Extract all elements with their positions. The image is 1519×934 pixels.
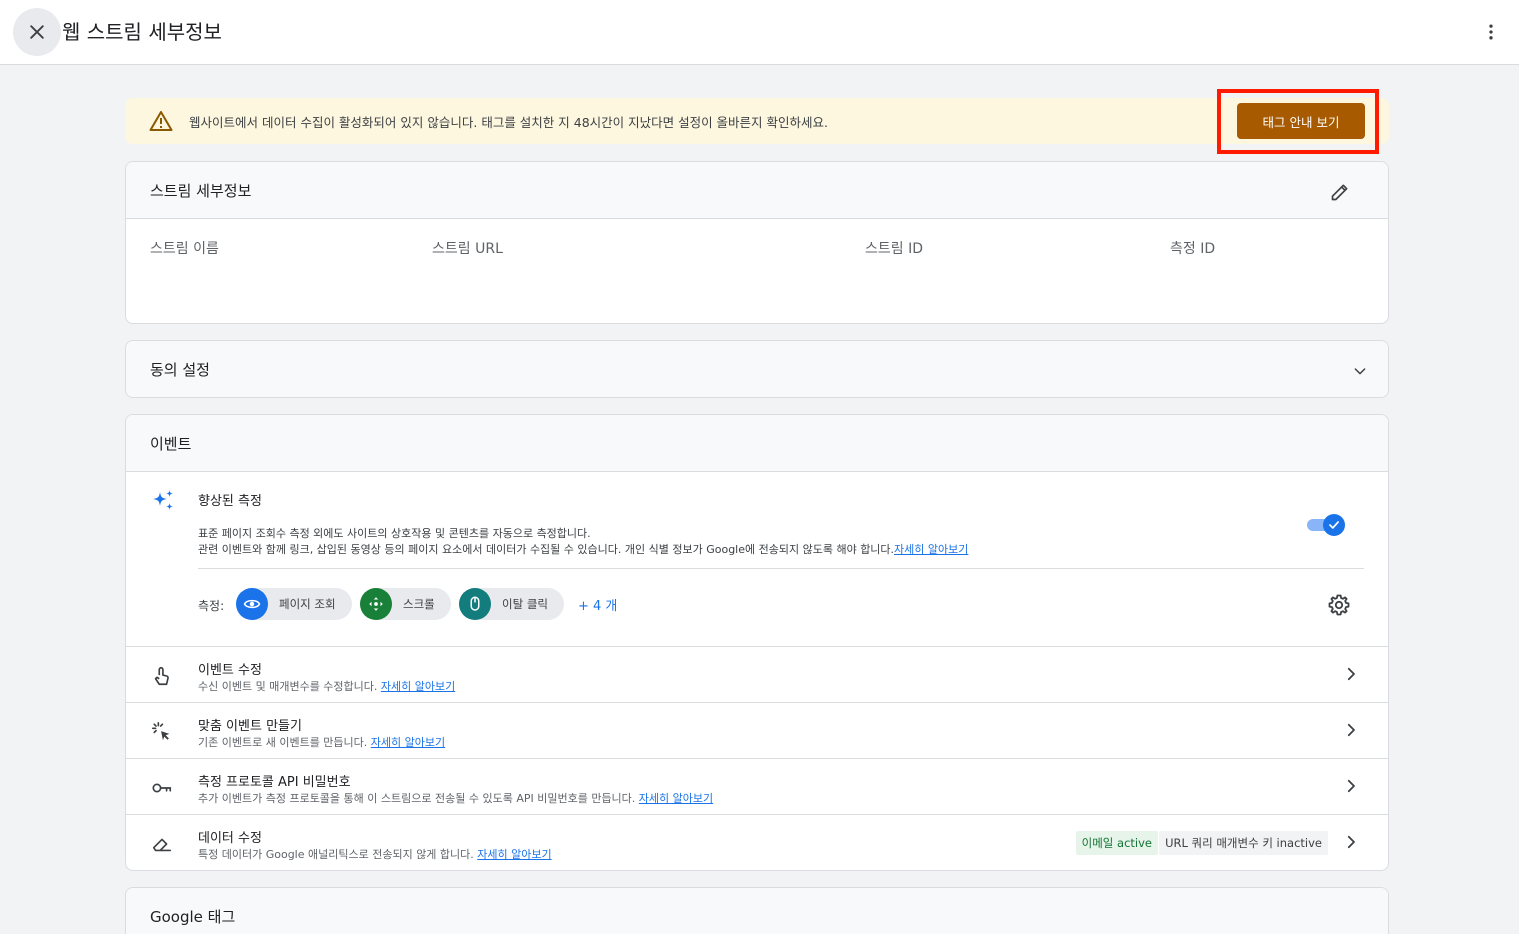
eye-icon [236, 588, 268, 620]
row-description: 수신 이벤트 및 매개변수를 수정합니다. 자세히 알아보기 [198, 678, 455, 694]
row-description: 특정 데이터가 Google 애널리틱스로 전송되지 않게 합니다. 자세히 알… [198, 846, 552, 862]
chevron-right-icon [1347, 723, 1355, 737]
learn-more-link[interactable]: 자세히 알아보기 [639, 792, 713, 805]
warning-icon [149, 111, 173, 131]
divider [198, 568, 1364, 569]
chip-label: 스크롤 [403, 597, 435, 611]
data-collection-warning-banner: 웹사이트에서 데이터 수집이 활성화되어 있지 않습니다. 태그를 설치한 지 … [125, 98, 1389, 144]
row-description-text: 특정 데이터가 Google 애널리틱스로 전송되지 않게 합니다. [198, 848, 474, 861]
data-redaction-row[interactable]: 데이터 수정 특정 데이터가 Google 애널리틱스로 전송되지 않게 합니다… [126, 814, 1388, 870]
enhanced-measurement-note-text: 관련 이벤트와 함께 링크, 삽입된 동영상 등의 페이지 요소에서 데이터가 … [198, 543, 895, 556]
learn-more-link[interactable]: 자세히 알아보기 [371, 736, 445, 749]
chevron-down-icon [1354, 368, 1366, 375]
consent-settings-card[interactable]: 동의 설정 [125, 340, 1389, 398]
modify-events-row[interactable]: 이벤트 수정 수신 이벤트 및 매개변수를 수정합니다. 자세히 알아보기 [126, 646, 1388, 702]
create-custom-events-row[interactable]: 맞춤 이벤트 만들기 기존 이벤트로 새 이벤트를 만듭니다. 자세히 알아보기 [126, 702, 1388, 758]
chip-label: 페이지 조회 [279, 597, 336, 611]
enhanced-measurement-title: 향상된 측정 [198, 494, 262, 509]
stream-details-card: 스트림 세부정보 스트림 이름 스트림 URL 스트림 ID 측정 ID [125, 161, 1389, 324]
gear-icon [1328, 594, 1350, 616]
learn-more-link[interactable]: 자세히 알아보기 [894, 543, 968, 556]
enhanced-measurement-description: 표준 페이지 조회수 측정 외에도 사이트의 상호작용 및 콘텐츠를 자동으로 … [198, 527, 591, 540]
row-description-text: 수신 이벤트 및 매개변수를 수정합니다. [198, 680, 378, 693]
expand-button[interactable] [1350, 361, 1370, 381]
sparkle-icon [150, 488, 176, 514]
check-icon [1329, 521, 1339, 529]
toggle-knob [1323, 514, 1345, 536]
close-button[interactable] [13, 8, 61, 56]
google-tag-card: Google 태그 [125, 887, 1389, 934]
url-query-inactive-badge: URL 쿼리 매개변수 키 inactive [1159, 831, 1328, 855]
row-description-text: 추가 이벤트가 측정 프로토콜을 통해 이 스트림으로 전송될 수 있도록 AP… [198, 792, 636, 805]
top-app-bar: 웹 스트림 세부정보 [0, 0, 1519, 65]
learn-more-link[interactable]: 자세히 알아보기 [381, 680, 455, 693]
key-icon [150, 776, 174, 800]
events-header: 이벤트 [126, 415, 1388, 472]
row-title: 데이터 수정 [198, 831, 262, 846]
mouse-icon [459, 588, 491, 620]
google-tag-title: Google 태그 [150, 908, 236, 926]
stream-url-label: 스트림 URL [432, 241, 503, 257]
chevron-right-icon [1347, 667, 1355, 681]
consent-settings-header[interactable]: 동의 설정 [126, 341, 1388, 397]
edit-button[interactable] [1328, 180, 1352, 204]
more-vert-icon [1489, 24, 1493, 40]
pencil-icon [1331, 184, 1348, 201]
enhanced-measurement-toggle[interactable] [1307, 514, 1345, 536]
row-description: 추가 이벤트가 측정 프로토콜을 통해 이 스트림으로 전송될 수 있도록 AP… [198, 790, 713, 806]
chip-outbound-click[interactable]: 이탈 클릭 [459, 588, 564, 620]
stream-details-header: 스트림 세부정보 [126, 162, 1388, 219]
stream-name-label: 스트림 이름 [150, 241, 219, 257]
chevron-right-icon [1347, 779, 1355, 793]
enhanced-measurement-note: 관련 이벤트와 함께 링크, 삽입된 동영상 등의 페이지 요소에서 데이터가 … [198, 541, 968, 557]
more-options-button[interactable] [1471, 12, 1511, 52]
view-tag-instructions-button[interactable]: 태그 안내 보기 [1237, 103, 1365, 139]
measurement-protocol-secrets-row[interactable]: 측정 프로토콜 API 비밀번호 추가 이벤트가 측정 프로토콜을 통해 이 스… [126, 758, 1388, 814]
row-description: 기존 이벤트로 새 이벤트를 만듭니다. 자세히 알아보기 [198, 734, 445, 750]
chip-scroll[interactable]: 스크롤 [360, 588, 451, 620]
row-title: 측정 프로토콜 API 비밀번호 [198, 775, 351, 790]
consent-settings-title: 동의 설정 [150, 361, 210, 379]
measurement-label: 측정: [198, 599, 225, 613]
touch-icon [150, 664, 174, 688]
events-title: 이벤트 [150, 435, 192, 453]
row-title: 이벤트 수정 [198, 663, 262, 678]
google-tag-header: Google 태그 [126, 888, 1388, 934]
warning-message: 웹사이트에서 데이터 수집이 활성화되어 있지 않습니다. 태그를 설치한 지 … [189, 115, 829, 130]
eraser-icon [150, 832, 174, 856]
row-description-text: 기존 이벤트로 새 이벤트를 만듭니다. [198, 736, 368, 749]
enhanced-measurement-settings-button[interactable] [1327, 593, 1351, 621]
chip-page-view[interactable]: 페이지 조회 [236, 588, 352, 620]
measurement-id-label: 측정 ID [1170, 241, 1216, 257]
scroll-arrows-icon [360, 588, 392, 620]
email-active-badge: 이메일 active [1075, 831, 1158, 855]
more-measurements-link[interactable]: + 4 개 [578, 595, 617, 614]
close-icon [30, 25, 44, 39]
chip-label: 이탈 클릭 [502, 597, 548, 611]
row-title: 맞춤 이벤트 만들기 [198, 719, 302, 734]
chevron-right-icon [1347, 835, 1355, 849]
cursor-click-icon [150, 720, 174, 744]
stream-details-title: 스트림 세부정보 [150, 182, 252, 200]
stream-id-label: 스트림 ID [865, 241, 923, 257]
events-card: 이벤트 향상된 측정 표준 페이지 조회수 측정 외에도 사이트의 상호작용 및… [125, 414, 1389, 871]
learn-more-link[interactable]: 자세히 알아보기 [477, 848, 551, 861]
page-title: 웹 스트림 세부정보 [62, 20, 222, 44]
